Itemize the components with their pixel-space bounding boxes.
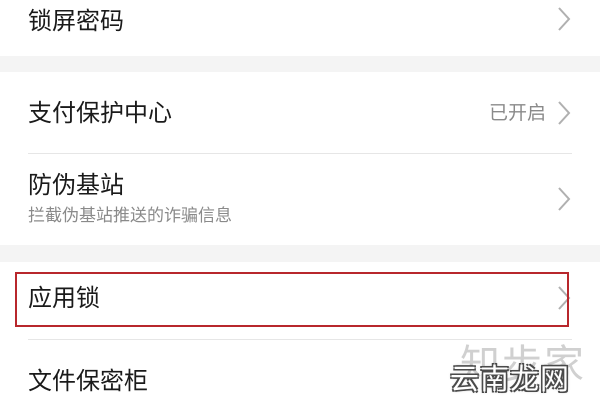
chevron-right-icon [558,187,571,211]
settings-row-lock-screen-password[interactable]: 锁屏密码 [0,0,600,56]
anti-fake-station-subtitle: 拦截伪基站推送的诈骗信息 [28,206,232,226]
payment-protection-title: 支付保护中心 [28,99,172,127]
file-safe-title: 文件保密柜 [28,367,148,395]
settings-row-anti-fake-station[interactable]: 防伪基站 拦截伪基站推送的诈骗信息 [0,154,600,245]
app-lock-title: 应用锁 [28,284,100,312]
settings-row-app-lock[interactable]: 应用锁 [0,262,600,339]
security-settings-screen: 锁屏密码 支付保护中心 已开启 防伪基站 拦截伪基站推送的诈骗信息 应用锁 文件… [0,0,600,400]
payment-protection-status: 已开启 [488,102,546,124]
chevron-right-icon [558,7,571,31]
anti-fake-station-title: 防伪基站 [28,171,124,199]
watermark-text: 云南龙网 [449,362,570,396]
settings-row-payment-protection[interactable]: 支付保护中心 已开启 [0,72,600,154]
lock-screen-password-title: 锁屏密码 [28,7,124,35]
settings-group-lock: 锁屏密码 [0,0,600,56]
chevron-right-icon [558,101,571,125]
settings-group-protection: 支付保护中心 已开启 防伪基站 拦截伪基站推送的诈骗信息 [0,72,600,245]
chevron-right-icon [558,286,571,310]
